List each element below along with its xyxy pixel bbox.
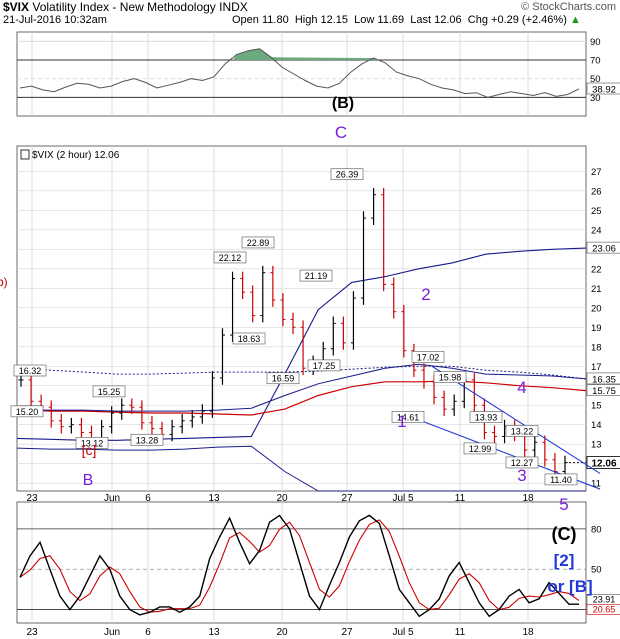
chart-canvas: 3050709038.92(B)111213141516171819202122…	[0, 31, 620, 638]
rsi-last-value: 38.92	[592, 85, 616, 96]
wave-label-4: 4	[517, 378, 526, 397]
price-label-15_98: 15.98	[439, 373, 462, 383]
panel-frame	[16, 501, 587, 624]
price-tick-label: 26	[591, 186, 602, 197]
price-tick-label: 17	[591, 362, 602, 373]
date-label-bottom: 6	[145, 627, 151, 638]
price-label-21_19: 21.19	[305, 271, 328, 281]
wave-label-2-bracket: [2]	[554, 551, 575, 570]
price-tick-label: 13	[591, 440, 602, 451]
date-label: 13	[208, 493, 220, 504]
price-tick-label: 27	[591, 167, 602, 178]
date-label-bottom: 20	[276, 627, 288, 638]
price-label-11_40: 11.40	[550, 475, 572, 485]
date-label: 23	[26, 493, 38, 504]
price-label-16_32: 16.32	[19, 366, 42, 376]
rsi-tick-label: 90	[590, 37, 601, 48]
wave-label-B: B	[83, 472, 94, 489]
date-label: 11	[455, 493, 466, 504]
price-label-22_89: 22.89	[247, 238, 270, 248]
date-label-bottom: Jul 5	[392, 627, 414, 638]
wave-label-3: 3	[517, 466, 526, 485]
price-label-12_99: 12.99	[469, 444, 492, 454]
price-tick-label: 21	[591, 284, 602, 295]
date-label-bottom: 13	[208, 627, 220, 638]
date-label-bottom: 27	[341, 627, 353, 638]
wave-label-b-edge: b)	[0, 275, 8, 289]
overlay-last-value: 23.06	[592, 244, 616, 255]
overlay-last-value: 15.75	[592, 386, 616, 397]
stoch-tick-label: 50	[591, 565, 602, 576]
wave-label-B-paren: (B)	[332, 95, 354, 112]
date-label: 6	[145, 493, 151, 504]
price-label-16_59: 16.59	[272, 374, 295, 384]
date-label: 18	[522, 493, 534, 504]
wave-label-1: 1	[397, 412, 406, 431]
date-label-bottom: Jun	[104, 627, 120, 638]
price-tick-label: 14	[591, 420, 602, 431]
stoch-tick-label: 80	[591, 524, 602, 535]
price-label-13_22: 13.22	[511, 426, 534, 436]
wave-label-5: 5	[559, 495, 568, 514]
price-label-22_12: 22.12	[219, 253, 242, 263]
price-tick-label: 22	[591, 264, 602, 275]
price-label-17_02: 17.02	[417, 352, 440, 362]
price-tick-label: 24	[591, 225, 602, 236]
date-label: 20	[276, 493, 288, 504]
last-price-value: 12.06	[591, 459, 616, 470]
stoch-last-value-2: 20.65	[593, 604, 616, 614]
price-label-13_28: 13.28	[136, 435, 159, 445]
wave-label-c-bracket: [c]	[82, 442, 97, 458]
date-label-bottom: 11	[455, 627, 466, 638]
price-tick-label: 15	[591, 401, 602, 412]
stock-chart: $VIX Volatility Index - New Methodology …	[0, 0, 620, 639]
wave-label-2: 2	[421, 285, 430, 304]
price-label-15_25: 15.25	[98, 387, 121, 397]
stoch-last-value-1: 23.91	[593, 594, 616, 604]
rsi-tick-label: 70	[590, 56, 601, 67]
panel-frame	[16, 31, 587, 117]
price-legend: $VIX (2 hour) 12.06	[32, 150, 120, 161]
price-label-17_25: 17.25	[313, 361, 336, 371]
price-tick-label: 18	[591, 342, 602, 353]
overlay-last-value: 16.35	[592, 374, 616, 385]
price-tick-label: 25	[591, 206, 602, 217]
wave-label-C: C	[335, 123, 347, 142]
date-label: 27	[341, 493, 353, 504]
date-label: Jul 5	[392, 493, 414, 504]
price-tick-label: 19	[591, 323, 602, 334]
price-tick-label: 20	[591, 303, 602, 314]
date-label-bottom: 23	[26, 627, 38, 638]
wave-label-C-paren: (C)	[552, 524, 577, 544]
date-label: Jun	[104, 493, 120, 504]
wave-label-or-B-bracket: or [B]	[547, 577, 592, 596]
price-label-18_63: 18.63	[238, 334, 261, 344]
price-label-13_93: 13.93	[475, 413, 498, 423]
price-label-15_20: 15.20	[16, 407, 39, 417]
date-label-bottom: 18	[522, 627, 534, 638]
price-label-26_39: 26.39	[336, 170, 359, 180]
